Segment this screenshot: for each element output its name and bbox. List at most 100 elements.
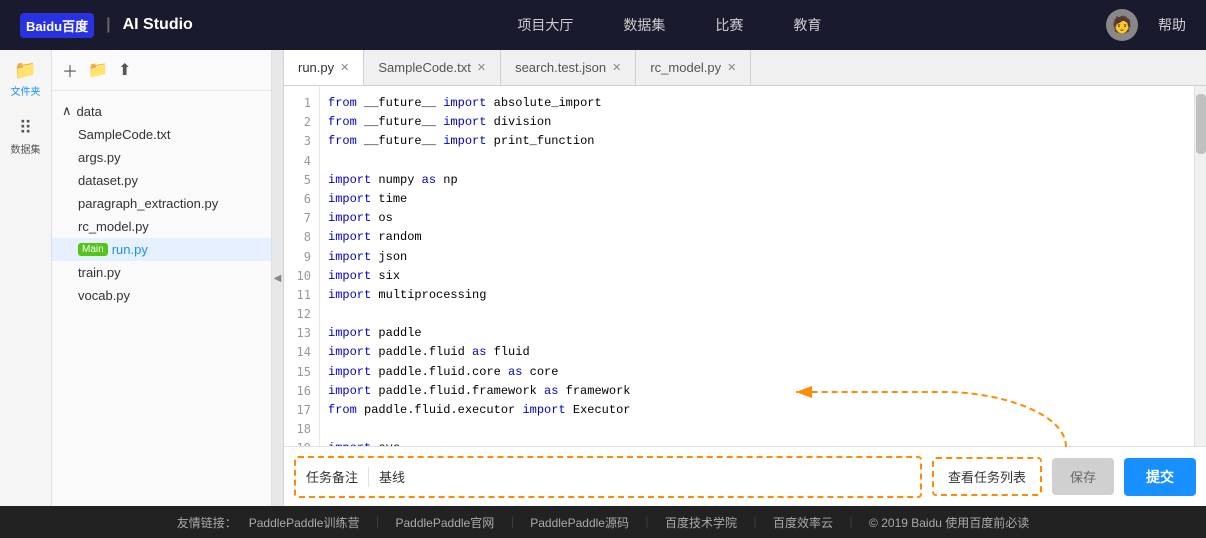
- nav-competition[interactable]: 比赛: [715, 15, 743, 35]
- code-line-9: import json: [328, 248, 1194, 267]
- footer-link-1[interactable]: PaddlePaddle官网: [395, 514, 494, 531]
- tab-searchtest-close[interactable]: ✕: [612, 61, 621, 74]
- footer-link-0[interactable]: PaddlePaddle训练营: [249, 514, 360, 531]
- samplecode-filename: SampleCode.txt: [78, 127, 171, 142]
- code-line-4: [328, 152, 1194, 171]
- footer-copyright: © 2019 Baidu 使用百度前必读: [869, 514, 1029, 531]
- nav-right: 🧑 帮助: [1106, 9, 1186, 41]
- code-line-16: import paddle.fluid.framework as framewo…: [328, 382, 1194, 401]
- nav-dataset[interactable]: 数据集: [623, 15, 665, 35]
- task-divider: [368, 467, 369, 487]
- sidebar-dataset-label: 数据集: [11, 141, 41, 156]
- args-filename: args.py: [78, 150, 121, 165]
- folder-icon: 📁: [14, 60, 36, 81]
- code-line-6: import time: [328, 190, 1194, 209]
- user-avatar[interactable]: 🧑: [1106, 9, 1138, 41]
- tab-samplecode[interactable]: SampleCode.txt ✕: [364, 50, 501, 85]
- logo-divider: |: [106, 16, 110, 34]
- footer-prefix: 友情链接：: [177, 514, 237, 531]
- file-tree-item-train[interactable]: train.py: [52, 261, 271, 284]
- code-line-18: [328, 420, 1194, 439]
- code-line-12: [328, 305, 1194, 324]
- main-badge: Main: [78, 243, 108, 256]
- footer: 友情链接： PaddlePaddle训练营 ｜ PaddlePaddle官网 ｜…: [0, 506, 1206, 538]
- footer-sep-3: ｜: [749, 514, 761, 531]
- vocab-filename: vocab.py: [78, 288, 130, 303]
- code-line-14: import paddle.fluid as fluid: [328, 343, 1194, 362]
- code-line-1: from __future__ import absolute_import: [328, 94, 1194, 113]
- code-line-11: import multiprocessing: [328, 286, 1194, 305]
- logo: Baidu百度 | AI Studio: [20, 13, 193, 38]
- top-navigation: Baidu百度 | AI Studio 项目大厅 数据集 比赛 教育 🧑 帮助: [0, 0, 1206, 50]
- code-line-13: import paddle: [328, 324, 1194, 343]
- help-link[interactable]: 帮助: [1158, 15, 1186, 35]
- code-line-5: import numpy as np: [328, 171, 1194, 190]
- editor-bottom: 任务备注 基线 查看任务列表 保存 提交: [284, 446, 1206, 506]
- grid-icon: ⠿: [19, 118, 32, 139]
- tab-rcmodel-label: rc_model.py: [650, 60, 721, 75]
- editor-area: run.py ✕ SampleCode.txt ✕ search.test.js…: [284, 50, 1206, 506]
- tab-rcmodel[interactable]: rc_model.py ✕: [636, 50, 751, 85]
- task-input-field[interactable]: [415, 469, 910, 484]
- view-tasks-button[interactable]: 查看任务列表: [932, 457, 1042, 496]
- rcmodel-filename: rc_model.py: [78, 219, 149, 234]
- tab-searchtest-label: search.test.json: [515, 60, 606, 75]
- sidebar-files-label: 文件夹: [11, 83, 41, 98]
- file-tree-item-runpy[interactable]: Main run.py: [52, 238, 271, 261]
- collapse-handle[interactable]: ◀: [272, 50, 284, 506]
- editor-tabs: run.py ✕ SampleCode.txt ✕ search.test.js…: [284, 50, 1206, 86]
- paragraph-filename: paragraph_extraction.py: [78, 196, 218, 211]
- scrollbar-track[interactable]: [1194, 86, 1206, 446]
- footer-link-2[interactable]: PaddlePaddle源码: [530, 514, 629, 531]
- code-line-19: import sys: [328, 439, 1194, 446]
- file-tree-item-args[interactable]: args.py: [52, 146, 271, 169]
- new-file-icon[interactable]: ＋: [62, 58, 78, 82]
- tab-samplecode-close[interactable]: ✕: [477, 61, 486, 74]
- file-tree-item-paragraph[interactable]: paragraph_extraction.py: [52, 192, 271, 215]
- task-note-label: 任务备注: [306, 467, 358, 486]
- footer-sep-1: ｜: [506, 514, 518, 531]
- submit-button[interactable]: 提交: [1124, 458, 1196, 496]
- tab-runpy-close[interactable]: ✕: [340, 61, 349, 74]
- footer-link-3[interactable]: 百度技术学院: [665, 514, 737, 531]
- tab-runpy-label: run.py: [298, 60, 334, 75]
- footer-link-4[interactable]: 百度效率云: [773, 514, 833, 531]
- new-folder-icon[interactable]: 📁: [88, 60, 108, 80]
- runpy-filename: run.py: [112, 242, 148, 257]
- baidu-logo: Baidu百度: [20, 13, 94, 38]
- line-numbers: 1234 5678 9101112 13141516 17181920 2122…: [284, 86, 320, 446]
- dataset-filename: dataset.py: [78, 173, 138, 188]
- sidebar-icons: 📁 文件夹 ⠿ 数据集: [0, 50, 52, 506]
- folder-chevron-icon: ∧: [62, 103, 72, 119]
- file-tree-folder-data[interactable]: ∧ data: [52, 99, 271, 123]
- file-tree-item-dataset[interactable]: dataset.py: [52, 169, 271, 192]
- sidebar-item-dataset[interactable]: ⠿ 数据集: [11, 118, 41, 156]
- code-line-7: import os: [328, 209, 1194, 228]
- footer-sep-0: ｜: [371, 514, 383, 531]
- upload-icon[interactable]: ⬆: [118, 60, 131, 80]
- code-line-3: from __future__ import print_function: [328, 132, 1194, 151]
- ai-studio-label: AI Studio: [123, 16, 193, 34]
- sidebar-item-files[interactable]: 📁 文件夹: [11, 60, 41, 98]
- file-tree-item-rcmodel[interactable]: rc_model.py: [52, 215, 271, 238]
- code-line-17: from paddle.fluid.executor import Execut…: [328, 401, 1194, 420]
- nav-project-hall[interactable]: 项目大厅: [517, 15, 573, 35]
- file-tree-item-samplecode[interactable]: SampleCode.txt: [52, 123, 271, 146]
- train-filename: train.py: [78, 265, 121, 280]
- code-line-10: import six: [328, 267, 1194, 286]
- collapse-icon: ◀: [274, 273, 282, 284]
- save-button[interactable]: 保存: [1052, 458, 1114, 495]
- tab-samplecode-label: SampleCode.txt: [378, 60, 471, 75]
- file-tree: ＋ 📁 ⬆ ∧ data SampleCode.txt args.py data…: [52, 50, 272, 506]
- code-line-15: import paddle.fluid.core as core: [328, 363, 1194, 382]
- tab-runpy[interactable]: run.py ✕: [284, 50, 364, 85]
- file-tree-item-vocab[interactable]: vocab.py: [52, 284, 271, 307]
- nav-education[interactable]: 教育: [793, 15, 821, 35]
- tab-rcmodel-close[interactable]: ✕: [727, 61, 736, 74]
- file-tree-toolbar: ＋ 📁 ⬆: [52, 50, 271, 91]
- code-container: 1234 5678 9101112 13141516 17181920 2122…: [284, 86, 1206, 446]
- tab-searchtest[interactable]: search.test.json ✕: [501, 50, 636, 85]
- scrollbar-thumb[interactable]: [1196, 94, 1206, 154]
- code-body[interactable]: from __future__ import absolute_import f…: [320, 86, 1194, 446]
- bottom-right-actions: 查看任务列表 保存 提交: [932, 457, 1196, 496]
